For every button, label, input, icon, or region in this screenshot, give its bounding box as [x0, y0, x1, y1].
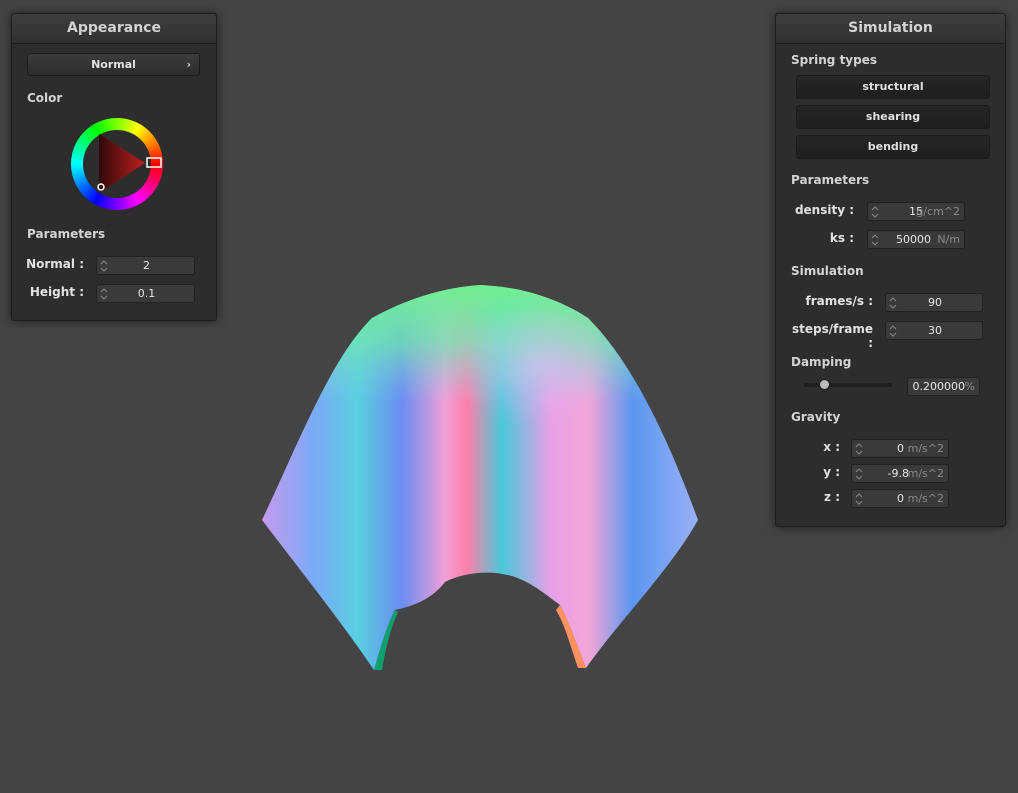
spinner-icon[interactable] [855, 466, 863, 482]
spinner-icon[interactable] [871, 232, 879, 248]
color-wheel[interactable] [69, 116, 165, 212]
damping-slider[interactable] [804, 378, 892, 392]
height-input[interactable]: 0.1 [96, 284, 195, 303]
steps-value: 30 [928, 324, 942, 337]
shearing-button[interactable]: shearing [796, 105, 990, 129]
frames-label: frames/s : [805, 294, 873, 308]
spinner-icon[interactable] [871, 204, 879, 220]
steps-label: steps/frame : [791, 322, 873, 350]
damping-slider-knob[interactable] [819, 379, 830, 390]
height-value: 0.1 [137, 287, 156, 300]
damping-input[interactable]: 0.200000 % [907, 377, 980, 396]
ks-input[interactable]: 50000 N/m [867, 230, 965, 249]
structural-button[interactable]: structural [796, 75, 990, 99]
gravity-x-label: x : [823, 440, 840, 454]
sim-parameters-label: Parameters [791, 173, 870, 187]
simulation-panel: Simulation Spring types structural shear… [775, 13, 1006, 527]
gravity-y-label: y : [823, 465, 840, 479]
shader-select[interactable]: Normal › [27, 53, 200, 76]
gravity-y-value: -9.8 [887, 467, 909, 480]
gravity-x-input[interactable]: 0 m/s^2 [851, 439, 949, 458]
gravity-label: Gravity [791, 410, 841, 424]
appearance-parameters-label: Parameters [27, 227, 106, 241]
damping-label: Damping [791, 355, 852, 369]
ks-unit: N/m [937, 233, 960, 246]
density-input[interactable]: 15 g/cm^2 [867, 202, 965, 221]
ks-label: ks : [829, 231, 854, 245]
normal-label: Normal : [26, 257, 84, 271]
height-label: Height : [29, 285, 84, 299]
simulation-title: Simulation [776, 14, 1005, 44]
bending-button[interactable]: bending [796, 135, 990, 159]
gravity-z-value: 0 [897, 492, 904, 505]
spinner-icon[interactable] [855, 441, 863, 457]
shader-select-label: Normal [91, 58, 136, 71]
gravity-x-unit: m/s^2 [907, 442, 944, 455]
normal-value: 2 [143, 259, 150, 272]
steps-input[interactable]: 30 [885, 321, 983, 340]
density-unit: g/cm^2 [916, 205, 960, 218]
frames-value: 90 [928, 296, 942, 309]
normal-input[interactable]: 2 [96, 256, 195, 275]
ks-value: 50000 [896, 233, 931, 246]
spring-types-label: Spring types [791, 53, 878, 67]
chevron-right-icon: › [186, 58, 191, 71]
gravity-y-unit: m/s^2 [907, 467, 944, 480]
gravity-y-input[interactable]: -9.8 m/s^2 [851, 464, 949, 483]
simulation-section-label: Simulation [791, 264, 864, 278]
frames-input[interactable]: 90 [885, 293, 983, 312]
density-label: density : [794, 203, 854, 217]
damping-slider-track [804, 383, 892, 387]
color-label: Color [27, 91, 63, 105]
gravity-z-input[interactable]: 0 m/s^2 [851, 489, 949, 508]
damping-unit: % [964, 380, 975, 393]
gravity-z-unit: m/s^2 [907, 492, 944, 505]
gravity-z-label: z : [824, 490, 840, 504]
appearance-panel: Appearance Normal › Color Parameters Nor… [11, 13, 217, 321]
appearance-title: Appearance [12, 14, 216, 44]
damping-value: 0.200000 [912, 380, 966, 393]
gravity-x-value: 0 [897, 442, 904, 455]
spinner-icon[interactable] [855, 491, 863, 507]
